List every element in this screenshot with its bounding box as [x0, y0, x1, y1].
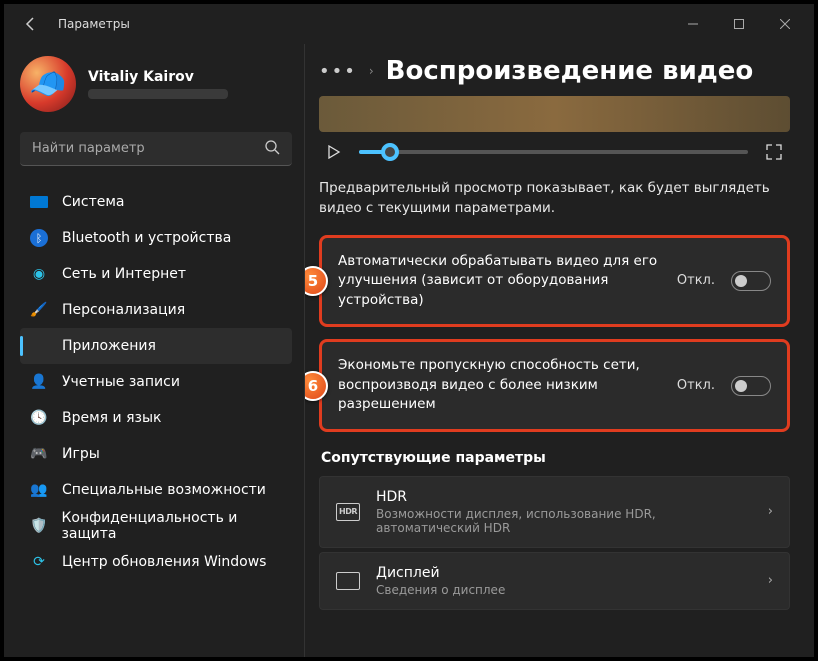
- related-title: HDR: [376, 489, 752, 505]
- user-name: Vitaliy Kairov: [88, 69, 228, 85]
- toggle-switch[interactable]: [731, 271, 771, 291]
- user-email-redacted: [88, 89, 228, 99]
- nav-label: Приложения: [62, 338, 156, 354]
- content-area: ••• › Воспроизведение видео Предваритель…: [304, 44, 814, 657]
- nav-windows-update[interactable]: ⟳ Центр обновления Windows: [20, 544, 292, 580]
- avatar: 🧢: [20, 56, 76, 112]
- related-heading: Сопутствующие параметры: [321, 450, 790, 466]
- breadcrumb-more[interactable]: •••: [319, 61, 357, 82]
- apps-icon: [30, 337, 48, 355]
- toggle-state: Откл.: [677, 273, 715, 288]
- nav-system[interactable]: Система: [20, 184, 292, 220]
- video-slider[interactable]: [359, 150, 748, 154]
- page-title: Воспроизведение видео: [386, 56, 754, 86]
- bluetooth-icon: ᛒ: [30, 229, 48, 247]
- preview-description: Предварительный просмотр показывает, как…: [319, 178, 790, 219]
- search-box[interactable]: [20, 132, 292, 166]
- back-button[interactable]: [16, 9, 46, 39]
- clock-icon: 🕓: [30, 409, 48, 427]
- sidebar: 🧢 Vitaliy Kairov Система ᛒ Bluetooth и ус…: [4, 44, 304, 657]
- nav-network[interactable]: ◉ Сеть и Интернет: [20, 256, 292, 292]
- settings-window: Параметры 🧢 Vitaliy Kairov С: [0, 0, 818, 661]
- nav-privacy[interactable]: 🛡️ Конфиденциальность и защита: [20, 508, 292, 544]
- chevron-right-icon: ›: [768, 573, 773, 588]
- nav-label: Учетные записи: [62, 374, 180, 390]
- breadcrumb: ••• › Воспроизведение видео: [319, 56, 790, 86]
- related-sub: Сведения о дисплее: [376, 583, 752, 597]
- nav-label: Система: [62, 194, 124, 210]
- nav-label: Специальные возможности: [62, 482, 266, 498]
- nav-bluetooth[interactable]: ᛒ Bluetooth и устройства: [20, 220, 292, 256]
- related-display[interactable]: Дисплей Сведения о дисплее ›: [319, 552, 790, 610]
- setting-auto-process: 5 Автоматически обрабатывать видео для е…: [319, 235, 790, 328]
- related-title: Дисплей: [376, 565, 752, 581]
- nav-label: Сеть и Интернет: [62, 266, 186, 282]
- brush-icon: 🖌️: [30, 301, 48, 319]
- toggle-state: Откл.: [677, 378, 715, 393]
- nav-apps[interactable]: Приложения: [20, 328, 292, 364]
- search-icon: [264, 139, 280, 155]
- close-button[interactable]: [762, 8, 808, 40]
- display-icon: [336, 572, 360, 590]
- nav-gaming[interactable]: 🎮 Игры: [20, 436, 292, 472]
- nav-label: Bluetooth и устройства: [62, 230, 231, 246]
- user-profile[interactable]: 🧢 Vitaliy Kairov: [20, 52, 292, 116]
- setting-label: Экономьте пропускную способность сети, в…: [338, 356, 661, 415]
- shield-icon: 🛡️: [30, 517, 47, 535]
- related-sub: Возможности дисплея, использование HDR, …: [376, 507, 752, 535]
- setting-save-bandwidth: 6 Экономьте пропускную способность сети,…: [319, 339, 790, 432]
- play-icon[interactable]: [327, 145, 341, 159]
- video-preview: [319, 96, 790, 132]
- nav-time-language[interactable]: 🕓 Время и язык: [20, 400, 292, 436]
- nav-label: Конфиденциальность и защита: [61, 510, 282, 542]
- nav-accessibility[interactable]: 👥 Специальные возможности: [20, 472, 292, 508]
- step-badge-5: 5: [304, 266, 328, 296]
- nav-label: Время и язык: [62, 410, 161, 426]
- system-icon: [30, 196, 48, 208]
- nav-accounts[interactable]: 👤 Учетные записи: [20, 364, 292, 400]
- person-icon: 👤: [30, 373, 48, 391]
- update-icon: ⟳: [30, 553, 48, 571]
- fullscreen-icon[interactable]: [766, 144, 782, 160]
- window-title: Параметры: [58, 17, 130, 31]
- gamepad-icon: 🎮: [30, 445, 48, 463]
- nav-label: Игры: [62, 446, 100, 462]
- step-badge-6: 6: [304, 371, 328, 401]
- chevron-right-icon: ›: [768, 504, 773, 519]
- nav-personalization[interactable]: 🖌️ Персонализация: [20, 292, 292, 328]
- wifi-icon: ◉: [30, 265, 48, 283]
- hdr-icon: HDR: [336, 503, 360, 521]
- nav-list: Система ᛒ Bluetooth и устройства ◉ Сеть и …: [20, 184, 292, 580]
- titlebar: Параметры: [4, 4, 814, 44]
- search-input[interactable]: [20, 132, 292, 166]
- toggle-switch[interactable]: [731, 376, 771, 396]
- chevron-right-icon: ›: [369, 64, 374, 78]
- minimize-button[interactable]: [670, 8, 716, 40]
- accessibility-icon: 👥: [30, 481, 48, 499]
- preview-controls: [319, 140, 790, 178]
- nav-label: Персонализация: [62, 302, 185, 318]
- related-hdr[interactable]: HDR HDR Возможности дисплея, использован…: [319, 476, 790, 548]
- maximize-button[interactable]: [716, 8, 762, 40]
- nav-label: Центр обновления Windows: [62, 554, 266, 570]
- setting-label: Автоматически обрабатывать видео для его…: [338, 252, 661, 311]
